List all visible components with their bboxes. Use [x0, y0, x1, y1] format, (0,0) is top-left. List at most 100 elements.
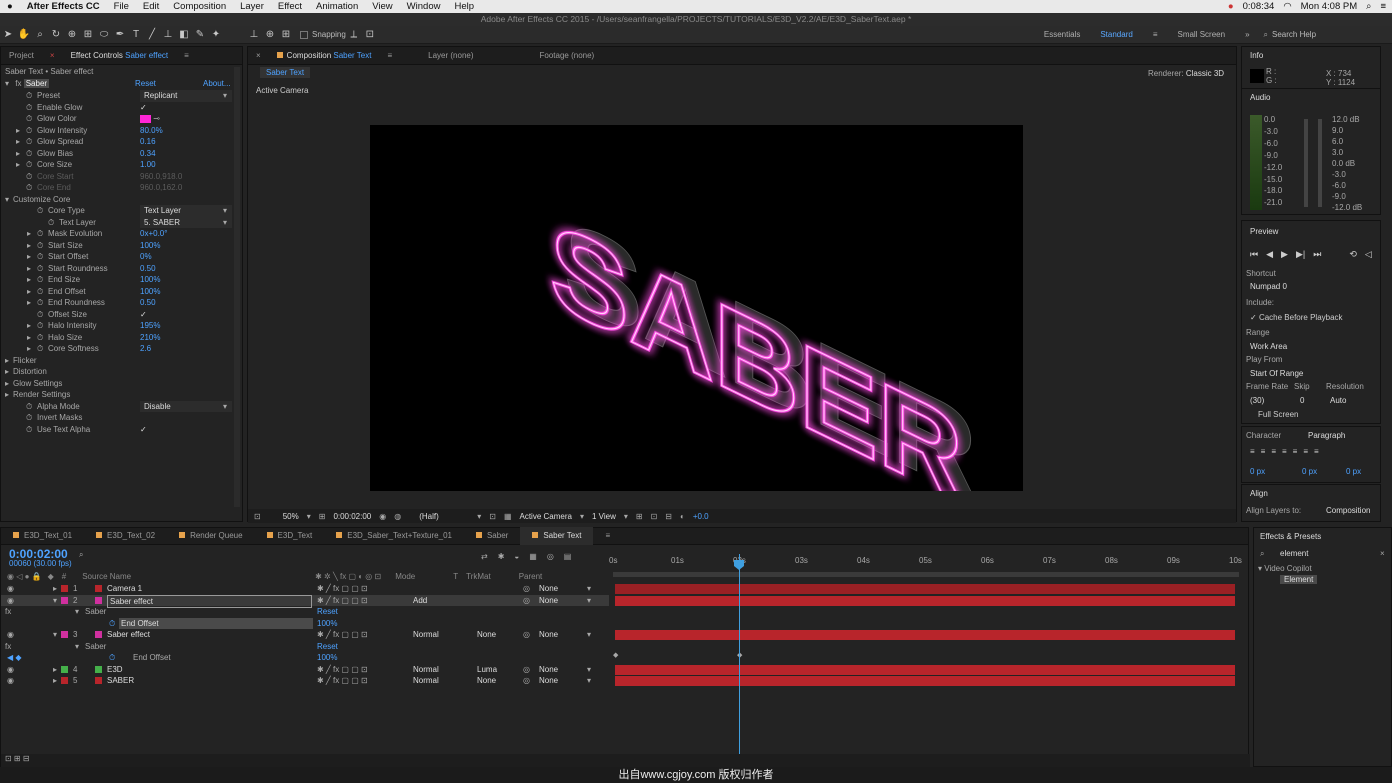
spotlight-icon[interactable]: ⌕: [1366, 1, 1371, 12]
effect-property-row[interactable]: ▸ ⏱ End Roundness 0.50: [5, 297, 237, 309]
property-value[interactable]: 100%: [317, 618, 337, 630]
label-color[interactable]: [61, 665, 68, 673]
shy-icon[interactable]: ◒: [514, 552, 519, 561]
layer-name[interactable]: Camera 1: [107, 583, 142, 595]
fx-icon[interactable]: fx: [5, 606, 11, 618]
effect-property-row[interactable]: ⏱ Offset Size ✓: [5, 309, 237, 321]
parent-pickwhip-icon[interactable]: ◎: [523, 595, 530, 607]
camera-select[interactable]: Active Camera: [520, 512, 572, 521]
menu-edit[interactable]: Edit: [136, 1, 166, 12]
snapshot-icon[interactable]: ◉: [379, 512, 386, 521]
menu-file[interactable]: File: [107, 1, 136, 12]
type-tool-icon[interactable]: T: [128, 28, 144, 42]
glow-color-swatch[interactable]: [140, 114, 151, 123]
panel-menu-icon[interactable]: ≡: [379, 47, 400, 65]
eraser-tool-icon[interactable]: ◧: [176, 28, 192, 42]
reset-link[interactable]: Reset: [135, 79, 156, 88]
workspace-small-screen[interactable]: Small Screen: [1167, 26, 1235, 44]
last-frame-icon[interactable]: ⏭: [1313, 249, 1321, 260]
twirl-arrow-icon[interactable]: ▸: [5, 366, 9, 378]
effect-property-row[interactable]: ▸ ⏱ Start Offset 0%: [5, 251, 237, 263]
timeline-icon[interactable]: ⊡: [651, 512, 658, 521]
category-video-copilot[interactable]: ▾ Video Copilot: [1258, 564, 1312, 573]
twirl-arrow-icon[interactable]: ▸: [5, 378, 9, 390]
shape-tool-icon[interactable]: ⬭: [96, 28, 112, 42]
puppet-tool-icon[interactable]: ✦: [208, 28, 224, 42]
property-value[interactable]: ✓: [140, 424, 147, 436]
twirl-arrow-icon[interactable]: ▾: [75, 606, 79, 618]
property-value[interactable]: 195%: [140, 320, 160, 332]
timeline-tab[interactable]: Saber Text: [520, 527, 594, 545]
property-value[interactable]: 210%: [140, 332, 160, 344]
effect-property-row[interactable]: ▸ Distortion: [5, 366, 237, 378]
camera-tool-icon[interactable]: ⊕: [64, 28, 80, 42]
stopwatch-icon[interactable]: ⏱: [26, 424, 32, 436]
stopwatch-icon[interactable]: ⏱: [48, 217, 54, 229]
indent-right[interactable]: 0 px: [1302, 467, 1317, 476]
parent-pickwhip-icon[interactable]: ◎: [523, 664, 530, 676]
layer-name[interactable]: SABER: [107, 675, 134, 687]
col-source-name[interactable]: Source Name: [82, 572, 131, 583]
property-value[interactable]: Text Layer: [140, 205, 232, 217]
align-buttons-icon[interactable]: ≡≡≡≡≡≡≡: [1250, 447, 1325, 456]
hand-tool-icon[interactable]: ✋: [16, 28, 32, 42]
effect-property-row[interactable]: ▸ ⏱ Core Size 1.00: [5, 159, 237, 171]
layer-trkmat[interactable]: Luma: [477, 664, 497, 676]
align-to-select[interactable]: Composition: [1326, 506, 1370, 515]
col-mode[interactable]: Mode: [395, 572, 415, 583]
keyframe-nav-icon[interactable]: ◀ ◆: [7, 652, 22, 664]
timeline-tab[interactable]: E3D_Text_01: [1, 527, 84, 545]
chevron-down-icon[interactable]: ▾: [223, 401, 227, 413]
stopwatch-icon[interactable]: ⏱: [26, 136, 32, 148]
effect-property-row[interactable]: ▸ Render Settings: [5, 389, 237, 401]
layer-switches-icon[interactable]: ✱ ╱ fx ▢ ▢ ⊡: [317, 664, 368, 676]
effect-item-element[interactable]: Element: [1280, 575, 1318, 584]
stopwatch-icon[interactable]: ⏱: [37, 263, 43, 275]
stopwatch-icon[interactable]: ⏱: [37, 332, 43, 344]
pan-behind-tool-icon[interactable]: ⊞: [80, 28, 96, 42]
menu-composition[interactable]: Composition: [166, 1, 233, 12]
layer-duration-bar[interactable]: [615, 595, 1235, 606]
layer-parent[interactable]: None: [539, 583, 558, 595]
reset-exposure-icon[interactable]: ◐: [680, 512, 685, 521]
transparency-grid-icon[interactable]: ▦: [504, 512, 512, 521]
chevron-down-icon[interactable]: ▾: [587, 629, 591, 641]
effect-property-row[interactable]: ⏱ Enable Glow ✓: [5, 102, 237, 114]
workspace-standard[interactable]: Standard: [1090, 26, 1142, 44]
property-subrow[interactable]: ⏱ End Offset 100%: [1, 617, 609, 630]
tab-footage[interactable]: Footage (none): [532, 47, 603, 65]
effect-property-row[interactable]: ▸ ⏱ Glow Bias 0.34: [5, 148, 237, 160]
twirl-arrow-icon[interactable]: ▸: [27, 343, 31, 355]
reset-link[interactable]: Reset: [317, 641, 338, 653]
stopwatch-icon[interactable]: ⏱: [26, 412, 32, 424]
world-axis-icon[interactable]: ⊕: [262, 28, 278, 42]
snap-icon[interactable]: ⟂: [346, 28, 362, 42]
visibility-icon[interactable]: ◉: [7, 675, 14, 687]
flowchart-icon[interactable]: ⊟: [665, 512, 672, 521]
views-select[interactable]: 1 View: [592, 512, 616, 521]
menu-effect[interactable]: Effect: [271, 1, 309, 12]
loop-icon[interactable]: ⟲: [1349, 249, 1357, 260]
zoom-select[interactable]: 50%: [283, 512, 299, 521]
effect-property-row[interactable]: ▸ ⏱ Start Size 100%: [5, 240, 237, 252]
layer-row[interactable]: ◉ ▾ 3 Saber effect ✱ ╱ fx ▢ ▢ ⊡ Normal None ◎ No…: [1, 629, 609, 641]
layer-mode[interactable]: Normal: [413, 675, 439, 687]
effect-property-row[interactable]: ▸ ⏱ Halo Intensity 195%: [5, 320, 237, 332]
roto-tool-icon[interactable]: ✎: [192, 28, 208, 42]
twirl-arrow-icon[interactable]: ▸: [27, 251, 31, 263]
axis-icon[interactable]: ⊥: [246, 28, 262, 42]
effect-name[interactable]: Saber: [23, 79, 50, 88]
effect-property-row[interactable]: ▸ Glow Settings: [5, 378, 237, 390]
property-value[interactable]: 80.0%: [140, 125, 163, 137]
twirl-arrow-icon[interactable]: ▾: [5, 194, 9, 206]
stopwatch-icon[interactable]: ⏱: [26, 171, 32, 183]
roi-icon[interactable]: ⊡: [489, 512, 496, 521]
property-value[interactable]: 100%: [140, 286, 160, 298]
stopwatch-icon[interactable]: ⏱: [109, 618, 115, 630]
clear-search-icon[interactable]: ×: [1380, 549, 1385, 558]
stopwatch-icon[interactable]: ⏱: [37, 228, 43, 240]
selection-tool-icon[interactable]: ➤: [0, 28, 16, 42]
twirl-arrow-icon[interactable]: ▸: [5, 355, 9, 367]
mute-icon[interactable]: ◁: [1365, 249, 1372, 260]
layer-mode[interactable]: Normal: [413, 664, 439, 676]
